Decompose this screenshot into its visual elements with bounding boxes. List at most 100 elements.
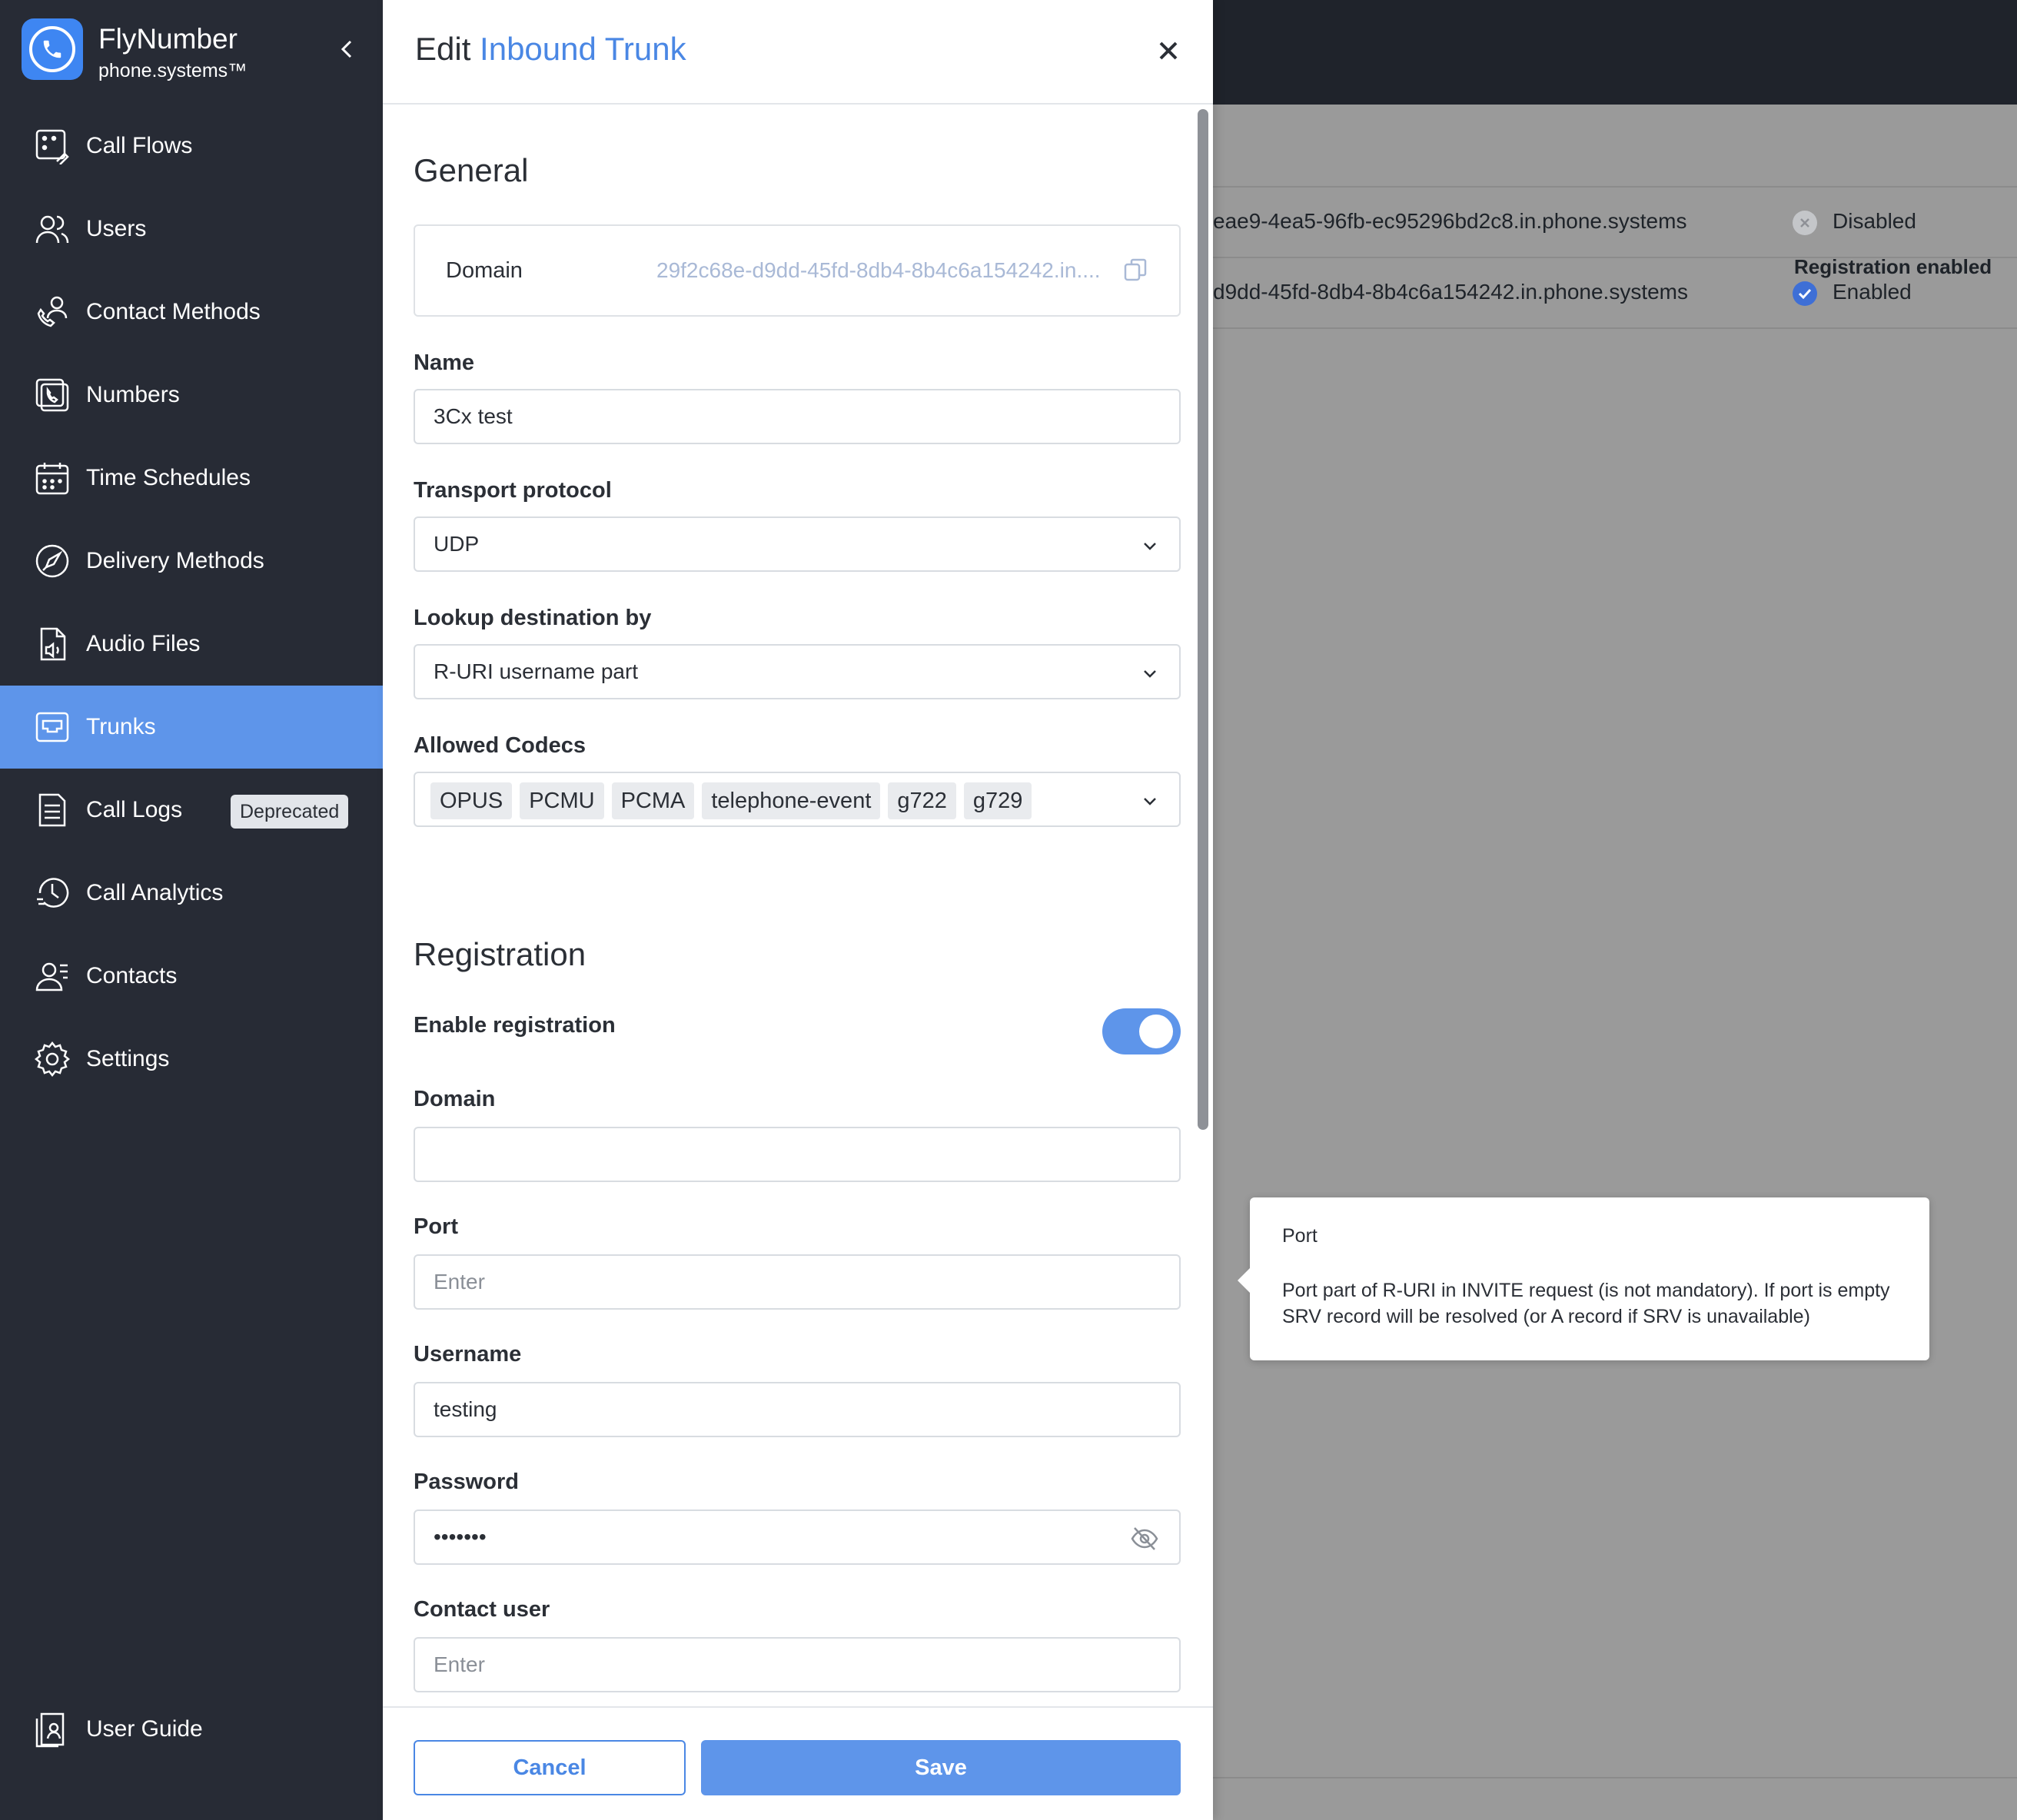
sidebar-item-label: Contacts	[86, 963, 178, 988]
chevron-down-icon	[1144, 798, 1156, 805]
sidebar-item-contacts[interactable]: Contacts	[0, 935, 383, 1018]
sidebar-item-label: Call Flows	[86, 133, 193, 158]
close-icon	[1159, 42, 1178, 60]
domain-value: 29f2c68e-d9dd-45fd-8db4-8b4c6a154242.in.…	[656, 258, 1101, 282]
eye-off-icon[interactable]	[1130, 1525, 1159, 1553]
codec-chip[interactable]: PCMU	[520, 782, 604, 819]
tooltip-text: Port part of R-URI in INVITE request (is…	[1282, 1280, 1890, 1327]
brand-name: FlyNumber	[98, 23, 238, 55]
codec-chip[interactable]: PCMA	[611, 782, 695, 819]
codec-chip[interactable]: g722	[888, 782, 956, 819]
deprecated-badge: Deprecated	[231, 795, 349, 829]
table-row[interactable]: eae9-4ea5-96fb-ec95296bd2c8.in.phone.sys…	[1213, 186, 2017, 257]
sidebar-item-label: Audio Files	[86, 631, 201, 656]
sidebar-item-delivery-methods[interactable]: Delivery Methods	[0, 520, 383, 603]
gear-icon	[31, 1038, 74, 1081]
codecs-label: Allowed Codecs	[414, 733, 586, 758]
username-input[interactable]: testing	[414, 1382, 1181, 1437]
disabled-icon	[1793, 211, 1817, 235]
chevron-down-icon	[1144, 543, 1156, 550]
name-input[interactable]: 3Cx test	[414, 389, 1181, 444]
calendar-icon	[31, 457, 74, 500]
call-flows-icon	[31, 125, 74, 168]
cancel-button[interactable]: Cancel	[414, 1740, 686, 1795]
sidebar-item-label: Call Logs	[86, 797, 183, 822]
contacts-icon	[31, 955, 74, 998]
sidebar-item-call-logs[interactable]: Call Logs Deprecated	[0, 769, 383, 852]
save-button[interactable]: Save	[701, 1740, 1181, 1795]
chevron-down-icon	[1144, 670, 1156, 678]
edit-trunk-drawer: Edit Inbound Trunk General Domain 29f2c6…	[383, 0, 1213, 1820]
close-button[interactable]	[1153, 35, 1184, 66]
contact-user-input[interactable]: Enter	[414, 1637, 1181, 1692]
sidebar-item-label: Trunks	[86, 714, 156, 739]
sidebar-item-call-flows[interactable]: Call Flows	[0, 105, 383, 188]
port-tooltip: Port Port part of R-URI in INVITE reques…	[1238, 1197, 1929, 1360]
scrollbar-thumb[interactable]	[1198, 109, 1208, 1130]
row-domain: eae9-4ea5-96fb-ec95296bd2c8.in.phone.sys…	[1213, 209, 1687, 233]
sidebar-item-audio-files[interactable]: Audio Files	[0, 603, 383, 686]
drawer-title-prefix: Edit	[415, 31, 471, 67]
section-title-general: General	[414, 152, 529, 188]
sidebar-item-user-guide[interactable]: User Guide	[0, 1688, 383, 1771]
enable-registration-toggle[interactable]	[1102, 1008, 1181, 1054]
table-row-divider	[1213, 327, 2017, 398]
trunks-table: Registration enabled eae9-4ea5-96fb-ec95…	[1213, 105, 2017, 1820]
toggle-knob	[1139, 1015, 1173, 1048]
transport-label: Transport protocol	[414, 478, 612, 503]
lookup-label: Lookup destination by	[414, 606, 652, 630]
sidebar-item-label: Call Analytics	[86, 880, 224, 905]
brand-logo	[22, 18, 83, 80]
codec-chip[interactable]: OPUS	[430, 782, 513, 819]
chevron-left-icon	[341, 40, 352, 58]
sidebar-item-time-schedules[interactable]: Time Schedules	[0, 437, 383, 520]
reg-domain-input[interactable]	[414, 1127, 1181, 1182]
codec-chip[interactable]: g729	[963, 782, 1032, 819]
copy-icon[interactable]	[1122, 257, 1148, 283]
password-value: •••••••	[434, 1525, 487, 1549]
enable-registration-label: Enable registration	[414, 1013, 616, 1038]
sidebar-item-label: Delivery Methods	[86, 548, 264, 573]
port-input[interactable]: Enter	[414, 1254, 1181, 1310]
port-label: Port	[414, 1214, 458, 1239]
row-domain: d9dd-45fd-8db4-8b4c6a154242.in.phone.sys…	[1213, 280, 1689, 304]
table-row[interactable]: d9dd-45fd-8db4-8b4c6a154242.in.phone.sys…	[1213, 257, 2017, 327]
sidebar-item-numbers[interactable]: Numbers	[0, 354, 383, 437]
drawer-header: Edit Inbound Trunk	[383, 0, 1213, 105]
sidebar-item-label: Numbers	[86, 382, 180, 407]
numbers-icon	[31, 374, 74, 417]
table-footer-divider	[1213, 1777, 2017, 1778]
domain-label: Domain	[446, 258, 523, 283]
drawer-title-accent: Inbound Trunk	[480, 31, 686, 67]
sidebar-item-label: Time Schedules	[86, 465, 251, 490]
collapse-sidebar-button[interactable]	[335, 34, 360, 65]
row-status: Enabled	[1833, 280, 1912, 304]
password-input[interactable]: •••••••	[414, 1509, 1181, 1565]
document-icon	[31, 789, 74, 832]
sidebar-item-label: Users	[86, 216, 147, 241]
codec-chip[interactable]: telephone-event	[702, 782, 881, 819]
username-label: Username	[414, 1342, 522, 1367]
users-icon	[31, 208, 74, 251]
name-label: Name	[414, 350, 474, 375]
user-guide-icon	[31, 1708, 74, 1751]
sidebar-nav: Call Flows Users Contact Methods Numbers…	[0, 105, 383, 1101]
sidebar-item-trunks[interactable]: Trunks	[0, 686, 383, 769]
drawer-title: Edit Inbound Trunk	[415, 31, 686, 68]
codecs-multiselect[interactable]: OPUS PCMU PCMA telephone-event g722 g729	[414, 772, 1181, 827]
contact-user-label: Contact user	[414, 1597, 550, 1622]
row-status: Disabled	[1833, 209, 1916, 233]
analytics-clock-icon	[31, 872, 74, 915]
sidebar-item-users[interactable]: Users	[0, 188, 383, 271]
sidebar-item-call-analytics[interactable]: Call Analytics	[0, 852, 383, 935]
audio-file-icon	[31, 623, 74, 666]
transport-select[interactable]: UDP	[414, 516, 1181, 572]
reg-domain-label: Domain	[414, 1087, 496, 1111]
brand[interactable]: FlyNumber phone.systems™	[22, 18, 360, 83]
rocket-icon	[31, 540, 74, 583]
top-bar	[1213, 0, 2017, 105]
phone-icon	[29, 26, 75, 72]
sidebar-item-contact-methods[interactable]: Contact Methods	[0, 271, 383, 354]
lookup-select[interactable]: R-URI username part	[414, 644, 1181, 699]
sidebar-item-settings[interactable]: Settings	[0, 1018, 383, 1101]
